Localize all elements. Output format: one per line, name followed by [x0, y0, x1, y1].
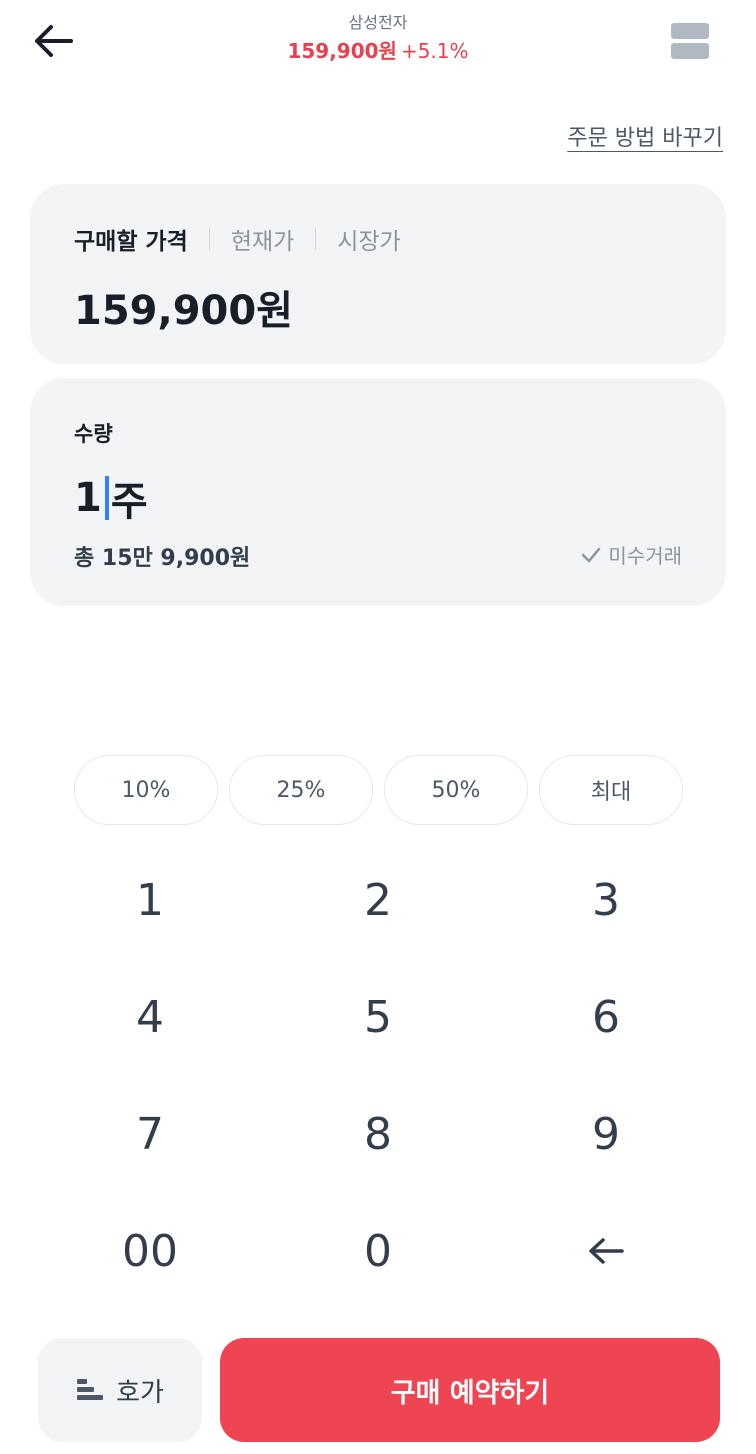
bottom-actions: 호가 구매 예약하기	[0, 1338, 756, 1442]
total-amount: 총 15만 9,900원	[74, 546, 251, 571]
tab-market-price[interactable]: 시장가	[337, 222, 400, 256]
stock-price-line: 159,900원 +5.1%	[0, 36, 756, 66]
stock-price: 159,900원	[287, 39, 397, 63]
key-7[interactable]: 7	[36, 1076, 264, 1192]
stock-name: 삼성전자	[348, 13, 408, 32]
orderbook-button[interactable]: 호가	[38, 1338, 202, 1442]
margin-trade-label: 미수거래	[608, 544, 682, 568]
menu-button[interactable]	[668, 20, 712, 62]
price-card: 구매할 가격 현재가 시장가 159,900원	[30, 184, 726, 364]
key-2[interactable]: 2	[264, 842, 492, 958]
key-5[interactable]: 5	[264, 959, 492, 1075]
key-8[interactable]: 8	[264, 1076, 492, 1192]
change-order-method-link[interactable]: 주문 방법 바꾸기	[567, 120, 723, 152]
price-tabs: 구매할 가격 현재가 시장가	[74, 222, 401, 256]
percent-25-button[interactable]: 25%	[229, 755, 373, 825]
key-4[interactable]: 4	[36, 959, 264, 1075]
text-cursor	[104, 476, 109, 520]
key-00[interactable]: 00	[36, 1193, 264, 1309]
header: 삼성전자 159,900원 +5.1%	[0, 0, 756, 90]
max-button[interactable]: 최대	[539, 755, 683, 825]
key-6[interactable]: 6	[492, 959, 720, 1075]
quantity-input[interactable]: 1 주	[74, 474, 148, 525]
stock-summary[interactable]: 삼성전자 159,900원 +5.1%	[0, 12, 756, 66]
percent-buttons: 10% 25% 50% 최대	[74, 755, 684, 825]
tab-divider	[208, 228, 210, 250]
quantity-card: 수량 1 주 총 15만 9,900원 미수거래	[30, 378, 726, 606]
quantity-value: 1	[74, 475, 102, 521]
stock-change: +5.1%	[400, 39, 469, 63]
tab-current-price[interactable]: 현재가	[231, 222, 294, 256]
orderbook-label: 호가	[116, 1377, 164, 1408]
backspace-arrow-icon	[589, 1238, 624, 1264]
tab-order-price[interactable]: 구매할 가격	[74, 222, 188, 256]
tab-divider	[315, 228, 317, 250]
margin-trade-toggle[interactable]: 미수거래	[580, 540, 682, 569]
quantity-label: 수량	[74, 422, 113, 446]
orderbook-icon	[77, 1379, 104, 1400]
key-1[interactable]: 1	[36, 842, 264, 958]
check-icon	[582, 547, 601, 562]
quantity-unit: 주	[110, 479, 148, 525]
key-backspace[interactable]	[492, 1193, 720, 1309]
percent-10-button[interactable]: 10%	[74, 755, 218, 825]
percent-50-button[interactable]: 50%	[384, 755, 528, 825]
key-0[interactable]: 0	[264, 1193, 492, 1309]
order-price-value[interactable]: 159,900원	[74, 278, 293, 336]
key-3[interactable]: 3	[492, 842, 720, 958]
buy-reserve-button[interactable]: 구매 예약하기	[220, 1338, 720, 1442]
key-9[interactable]: 9	[492, 1076, 720, 1192]
